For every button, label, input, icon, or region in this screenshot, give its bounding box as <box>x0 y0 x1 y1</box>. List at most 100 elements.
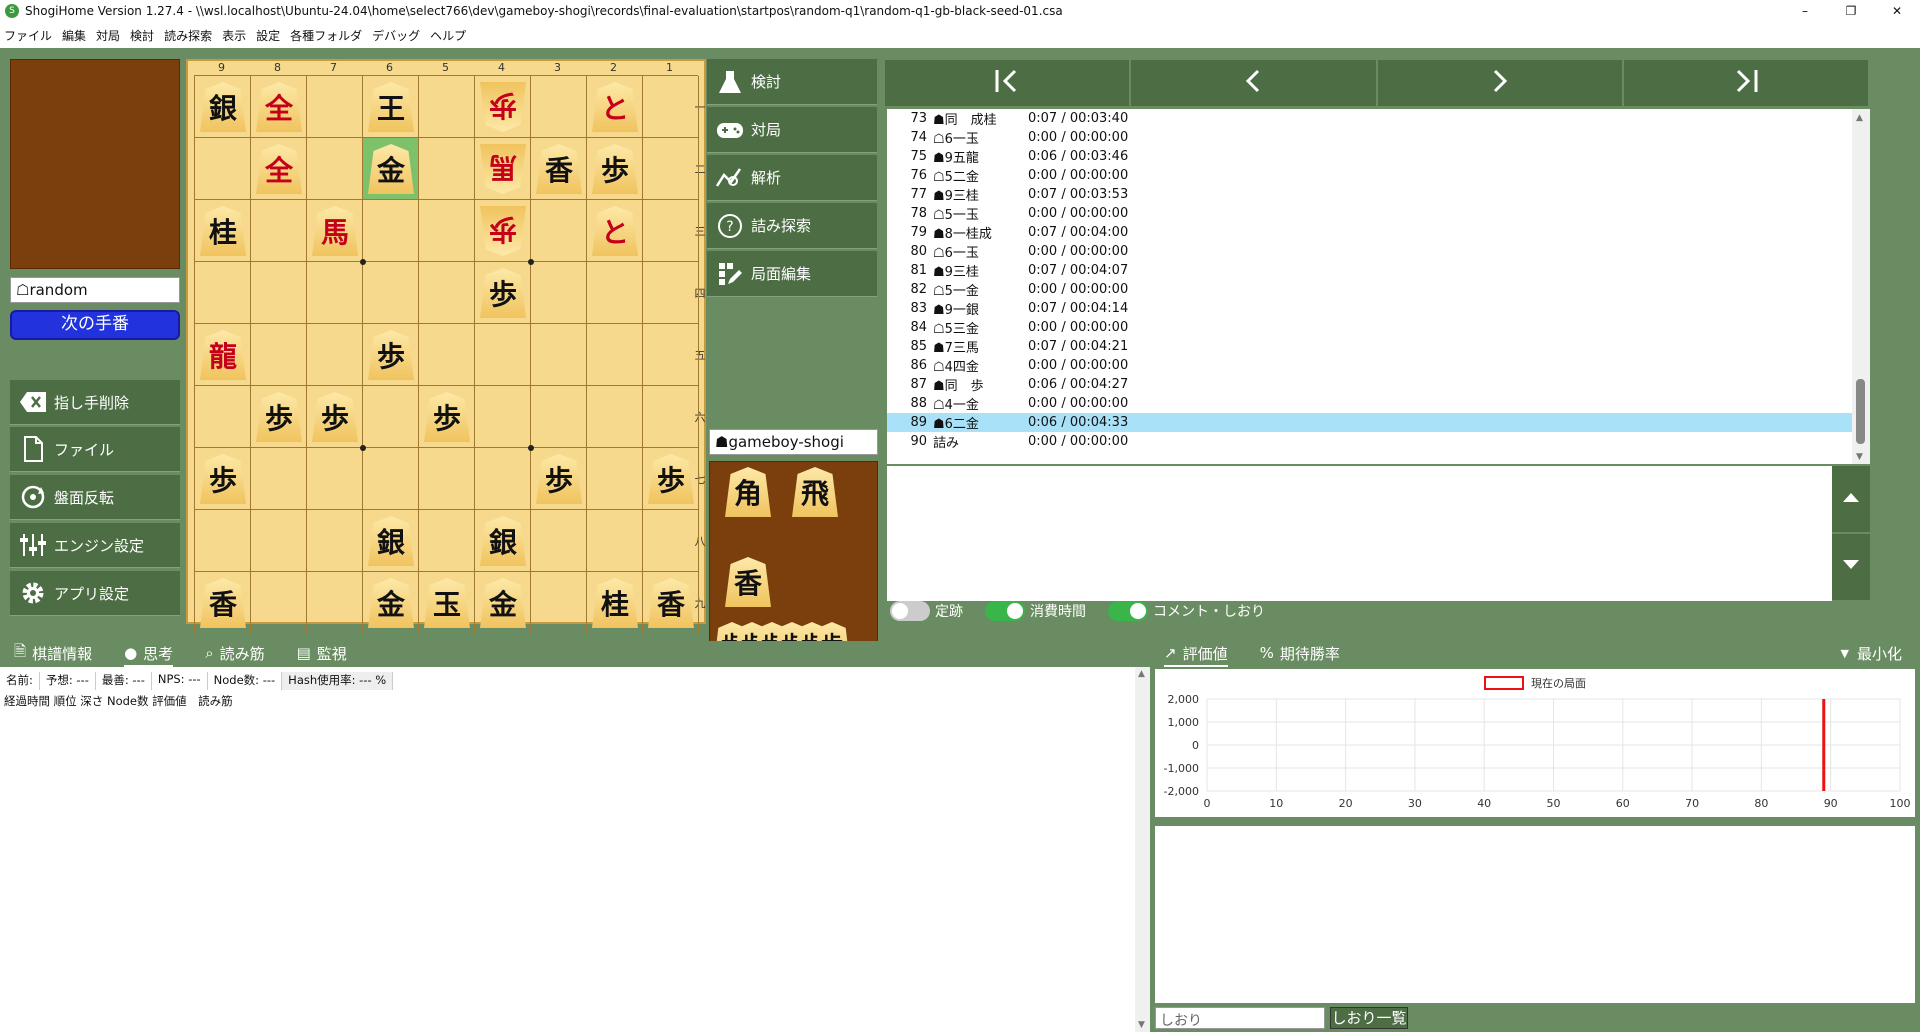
move-row[interactable]: 77 ☗9三桂 0:07 / 00:03:53 <box>887 185 1852 204</box>
board-square[interactable] <box>531 324 587 386</box>
board-square[interactable] <box>419 76 475 138</box>
shogi-piece[interactable]: 香 <box>200 578 246 628</box>
tab-thinking[interactable]: ● 思考 <box>124 641 174 667</box>
board-square[interactable] <box>251 510 307 572</box>
board-square[interactable] <box>587 448 643 510</box>
move-row[interactable]: 85 ☗7三馬 0:07 / 00:04:21 <box>887 337 1852 356</box>
board-square[interactable] <box>531 572 587 634</box>
board-square[interactable] <box>195 510 251 572</box>
shogi-piece[interactable]: 金 <box>368 144 414 194</box>
move-row[interactable]: 87 ☗同 歩 0:06 / 00:04:27 <box>887 375 1852 394</box>
board-square[interactable] <box>195 262 251 324</box>
prev-move-button[interactable] <box>1131 60 1378 106</box>
move-row[interactable]: 74 ☖6一玉 0:00 / 00:00:00 <box>887 128 1852 147</box>
board-square[interactable] <box>643 76 699 138</box>
move-row[interactable]: 86 ☖4四金 0:00 / 00:00:00 <box>887 356 1852 375</box>
board-square[interactable] <box>643 324 699 386</box>
shogi-piece[interactable]: 香 <box>536 144 582 194</box>
file-button[interactable]: ファイル <box>10 427 180 472</box>
analysis-button[interactable]: 解析 <box>707 155 877 201</box>
move-row[interactable]: 73 ☗同 成桂 0:07 / 00:03:40 <box>887 109 1852 128</box>
minimize-button[interactable]: – <box>1782 0 1828 22</box>
board-square[interactable] <box>307 138 363 200</box>
board-square[interactable] <box>475 324 531 386</box>
board-square[interactable] <box>587 324 643 386</box>
menu-view[interactable]: 表示 <box>222 27 246 44</box>
board-square[interactable] <box>307 572 363 634</box>
shogi-piece[interactable]: と <box>592 82 638 132</box>
shogi-piece[interactable]: 金 <box>368 578 414 628</box>
app-settings-button[interactable]: アプリ設定 <box>10 571 180 616</box>
evaluation-chart[interactable]: 0 10 20 30 40 50 60 70 80 90 100 2,000 1,000 0 -1,000 -… <box>1155 669 1915 817</box>
board-square[interactable] <box>531 262 587 324</box>
board-square[interactable] <box>195 138 251 200</box>
board-square[interactable] <box>531 510 587 572</box>
tab-pv[interactable]: ⌕ 読み筋 <box>205 641 264 667</box>
move-list-scrollbar[interactable]: ▲ ▼ <box>1852 109 1870 464</box>
board-square[interactable] <box>419 324 475 386</box>
board-square[interactable] <box>531 386 587 448</box>
move-row[interactable]: 82 ☖5一金 0:00 / 00:00:00 <box>887 280 1852 299</box>
board-square[interactable] <box>643 510 699 572</box>
board-square[interactable] <box>643 386 699 448</box>
board-square[interactable] <box>587 386 643 448</box>
bookmark-input[interactable]: しおり <box>1155 1007 1325 1029</box>
shogi-piece[interactable]: 桂 <box>592 578 638 628</box>
shogi-board[interactable]: 987654321一二三四五六七八九銀全王歩と全金馬香歩桂馬歩と歩龍歩歩歩歩歩歩… <box>186 59 706 634</box>
board-square[interactable] <box>587 510 643 572</box>
board-square[interactable] <box>363 386 419 448</box>
board-square[interactable] <box>307 262 363 324</box>
board-square[interactable] <box>475 448 531 510</box>
toggle-joseki[interactable]: 定跡 <box>890 601 963 621</box>
shogi-piece[interactable]: 桂 <box>200 206 246 256</box>
black-hand-stand[interactable]: 角飛香歩歩歩歩歩歩 <box>709 461 878 671</box>
shogi-piece[interactable]: 玉 <box>424 578 470 628</box>
tab-evaluation[interactable]: ↗ 評価値 <box>1164 641 1228 667</box>
board-square[interactable] <box>251 448 307 510</box>
board-square[interactable] <box>419 262 475 324</box>
toggle-elapsed-time[interactable]: 消費時間 <box>985 601 1086 621</box>
shogi-piece[interactable]: 歩 <box>200 454 246 504</box>
research-button[interactable]: 検討 <box>707 59 877 105</box>
edit-position-button[interactable]: 局面編集 <box>707 251 877 297</box>
shogi-piece[interactable]: 銀 <box>200 82 246 132</box>
delete-move-button[interactable]: 指し手削除 <box>10 380 180 425</box>
board-square[interactable] <box>419 510 475 572</box>
board-square[interactable] <box>643 262 699 324</box>
shogi-piece[interactable]: 龍 <box>200 330 246 380</box>
move-list[interactable]: 90 詰み 0:00 / 00:00:00 89 ☗6二金 0:06 / 00:04:33… <box>887 109 1870 464</box>
first-move-button[interactable] <box>885 60 1132 106</box>
shogi-piece[interactable]: 歩 <box>592 144 638 194</box>
scroll-up-arrow-icon[interactable]: ▲ <box>1138 669 1145 679</box>
close-button[interactable]: ✕ <box>1874 0 1920 22</box>
shogi-piece[interactable]: 歩 <box>648 454 694 504</box>
last-move-button[interactable] <box>1623 60 1870 106</box>
comment-up-button[interactable] <box>1832 466 1870 532</box>
next-move-button[interactable] <box>1377 60 1624 106</box>
move-row[interactable]: 75 ☗9五龍 0:06 / 00:03:46 <box>887 147 1852 166</box>
move-row[interactable]: 84 ☖5三金 0:00 / 00:00:00 <box>887 318 1852 337</box>
board-square[interactable] <box>643 200 699 262</box>
shogi-piece[interactable]: 全 <box>256 144 302 194</box>
game-button[interactable]: 対局 <box>707 107 877 153</box>
board-square[interactable] <box>251 262 307 324</box>
flip-board-button[interactable]: 盤面反転 <box>10 475 180 520</box>
board-square[interactable] <box>363 262 419 324</box>
scroll-up-arrow-icon[interactable]: ▲ <box>1856 113 1863 123</box>
board-square[interactable] <box>419 138 475 200</box>
menu-folders[interactable]: 各種フォルダ <box>290 27 362 44</box>
board-square[interactable] <box>251 200 307 262</box>
move-row[interactable]: 83 ☗9一銀 0:07 / 00:04:14 <box>887 299 1852 318</box>
shogi-piece[interactable]: 歩 <box>312 392 358 442</box>
move-row[interactable]: 89 ☗6二金 0:06 / 00:04:33 <box>887 413 1852 432</box>
scroll-down-arrow-icon[interactable]: ▼ <box>1856 452 1863 462</box>
white-hand-stand[interactable] <box>10 59 180 269</box>
board-square[interactable] <box>587 262 643 324</box>
shogi-piece[interactable]: 歩 <box>424 392 470 442</box>
toggle-switch[interactable] <box>890 601 930 621</box>
hand-piece[interactable]: 飛 <box>792 467 838 517</box>
board-square[interactable] <box>531 76 587 138</box>
shogi-piece[interactable]: 歩 <box>256 392 302 442</box>
tab-record-info[interactable]: 🗎 棋譜情報 <box>14 641 92 667</box>
shogi-piece[interactable]: 銀 <box>480 516 526 566</box>
